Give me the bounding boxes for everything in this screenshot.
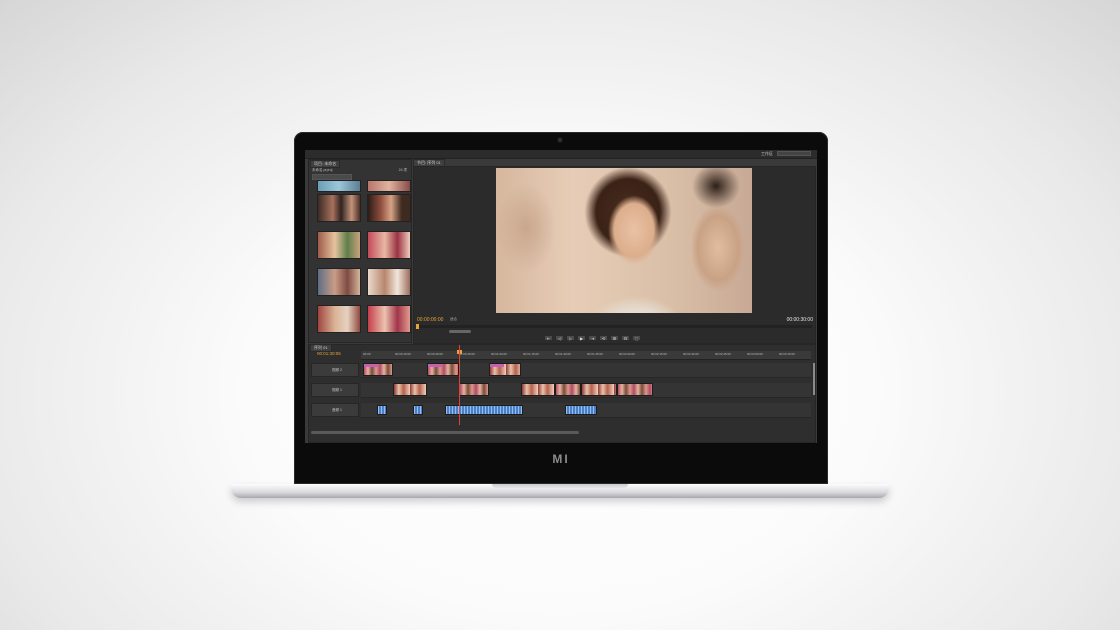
ruler-tick: 00:02:15:00 xyxy=(651,352,667,356)
overwrite-button[interactable]: ⊟ xyxy=(621,335,630,341)
ruler-tick: 00:03:15:00 xyxy=(779,352,795,356)
ruler-tick: 00:00:30:00 xyxy=(427,352,443,356)
thumbnail[interactable] xyxy=(367,268,411,296)
play-button[interactable]: ▶ xyxy=(577,335,586,341)
project-item-count: 24 项 xyxy=(398,168,407,172)
video-clip[interactable] xyxy=(617,383,653,396)
workspace-label: 工作区 xyxy=(761,151,773,156)
duration-timecode: 00:00:30:00 xyxy=(786,317,813,323)
monitor-scrubber[interactable] xyxy=(416,324,812,329)
current-timecode[interactable]: 00:00:00:00 xyxy=(417,317,443,323)
brand-logo: MI xyxy=(552,452,570,466)
ruler-tick: 00:01:00:00 xyxy=(491,352,507,356)
thumbnail[interactable] xyxy=(317,305,361,333)
monitor-tabs: 节目: 序列 01 xyxy=(413,159,814,167)
track-header-v2[interactable]: 视频 2 xyxy=(311,363,359,377)
ruler-tick: 00:02:00:00 xyxy=(619,352,635,356)
track-v2[interactable] xyxy=(361,363,811,378)
ruler-tick: 00:01:30:00 xyxy=(555,352,571,356)
track-label: 视频 2 xyxy=(332,368,342,372)
audio-clip[interactable] xyxy=(377,405,387,415)
track-header-a1[interactable]: 音频 1 xyxy=(311,403,359,417)
video-clip[interactable] xyxy=(459,383,489,396)
horizontal-scrollbar[interactable] xyxy=(311,431,579,434)
thumbnail[interactable] xyxy=(367,305,411,333)
transport-controls: ⇤ ◁ ▷ ▶ ⇥ ⟲ ⊞ ⊟ ⬚ xyxy=(544,335,641,341)
time-ruler[interactable]: 00:00 00:00:15:00 00:00:30:00 00:00:45:0… xyxy=(361,351,811,360)
laptop-screen: 工作区 项目: 未命名 未命名.prproj 24 项 节目: 序列 01 00… xyxy=(305,150,817,443)
webcam-icon xyxy=(558,138,562,142)
thumbnail[interactable] xyxy=(317,194,361,222)
ruler-tick: 00:00 xyxy=(363,352,371,356)
thumbnail[interactable] xyxy=(317,231,361,259)
thumbnail[interactable] xyxy=(367,194,411,222)
track-v1[interactable] xyxy=(361,383,811,398)
program-monitor: 00:00:00:00 适合 00:00:30:00 ⇤ ◁ ▷ ▶ ⇥ ⟲ ⊞… xyxy=(413,166,816,344)
track-label: 音频 1 xyxy=(332,408,342,412)
track-label: 视频 1 xyxy=(332,388,342,392)
loop-button[interactable]: ⟲ xyxy=(599,335,608,341)
scrubber-handle[interactable] xyxy=(416,324,419,329)
video-clip[interactable] xyxy=(363,363,393,376)
audio-clip[interactable] xyxy=(413,405,423,415)
zoom-fit-dropdown[interactable]: 适合 xyxy=(450,317,457,322)
video-clip[interactable] xyxy=(489,363,521,376)
video-preview[interactable] xyxy=(496,168,752,313)
insert-button[interactable]: ⊞ xyxy=(610,335,619,341)
project-tab[interactable]: 项目: 未命名 xyxy=(310,160,341,168)
zoom-scrollbar[interactable] xyxy=(449,330,471,333)
lid-notch xyxy=(492,484,628,488)
audio-clip[interactable] xyxy=(565,405,597,415)
clip-thumbnails xyxy=(317,180,411,340)
video-clip[interactable] xyxy=(427,363,459,376)
laptop-lid: 工作区 项目: 未命名 未命名.prproj 24 项 节目: 序列 01 00… xyxy=(294,132,828,484)
ruler-tick: 00:02:45:00 xyxy=(715,352,731,356)
track-header-v1[interactable]: 视频 1 xyxy=(311,383,359,397)
thumbnail[interactable] xyxy=(317,268,361,296)
step-forward-button[interactable]: ▷ xyxy=(566,335,575,341)
timeline-timecode[interactable]: 00:01:30:06 xyxy=(317,351,341,356)
menu-bar: 工作区 xyxy=(305,150,817,159)
ruler-tick: 00:01:15:00 xyxy=(523,352,539,356)
video-clip[interactable] xyxy=(393,383,427,396)
audio-clip[interactable] xyxy=(445,405,523,415)
laptop-base xyxy=(231,484,889,498)
project-path: 未命名.prproj xyxy=(312,168,333,172)
thumbnail[interactable] xyxy=(367,231,411,259)
playhead[interactable] xyxy=(459,345,460,425)
ruler-tick: 00:01:45:00 xyxy=(587,352,603,356)
ruler-tick: 00:02:30:00 xyxy=(683,352,699,356)
track-a1[interactable] xyxy=(361,403,811,418)
video-clip[interactable] xyxy=(581,383,617,396)
export-frame-button[interactable]: ⬚ xyxy=(632,335,641,341)
step-back-button[interactable]: ◁ xyxy=(555,335,564,341)
workspace-dropdown[interactable] xyxy=(777,151,811,156)
video-clip[interactable] xyxy=(521,383,555,396)
timeline-panel: 序列 01 00:01:30:06 00:00 00:00:15:00 00:0… xyxy=(308,344,816,443)
go-to-in-button[interactable]: ⇤ xyxy=(544,335,553,341)
go-to-out-button[interactable]: ⇥ xyxy=(588,335,597,341)
vertical-scrollbar[interactable] xyxy=(813,363,815,395)
thumbnail[interactable] xyxy=(317,180,361,192)
video-clip[interactable] xyxy=(555,383,581,396)
ruler-tick: 00:03:00:00 xyxy=(747,352,763,356)
thumbnail[interactable] xyxy=(367,180,411,192)
ruler-tick: 00:00:15:00 xyxy=(395,352,411,356)
project-panel: 项目: 未命名 未命名.prproj 24 项 xyxy=(308,159,412,343)
